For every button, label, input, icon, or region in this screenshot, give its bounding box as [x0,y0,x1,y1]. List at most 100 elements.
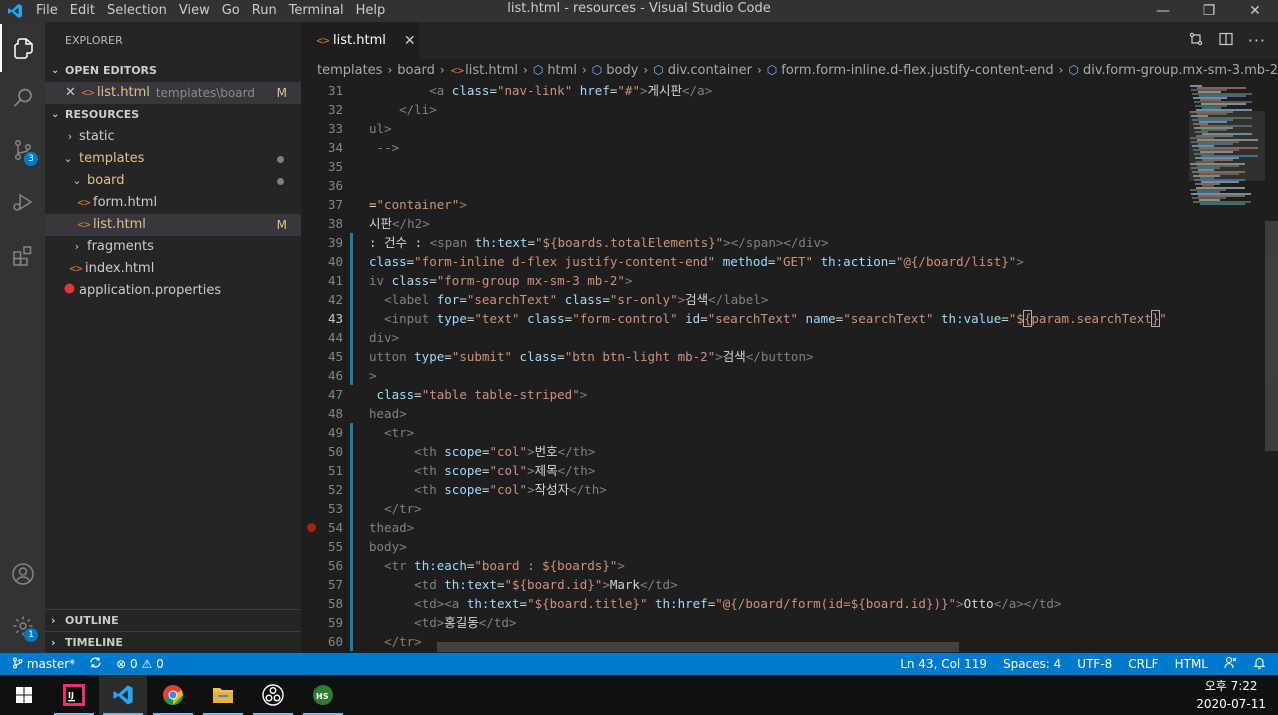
breadcrumb-item[interactable]: board [397,63,435,78]
git-change-indicator[interactable] [350,423,353,651]
chevron-right-icon: › [51,636,56,649]
chrome-icon[interactable] [149,675,197,715]
code-line: : 건수 : <span th:text="${boards.totalElem… [369,233,829,252]
minimap-slider[interactable] [1189,111,1265,181]
tree-item-fragments[interactable]: › fragments [45,236,301,258]
vscode-taskbar-icon[interactable] [99,675,147,715]
menu-go[interactable]: Go [216,0,246,22]
code-token: thead> [369,520,415,535]
tree-item-label: index.html [85,261,155,276]
code-token: </td> [639,577,678,592]
open-editors-section[interactable]: ⌄ OPEN EDITORS [45,60,301,82]
tree-item-templates[interactable]: ⌄ templates [45,148,301,170]
menu-file[interactable]: File [30,0,64,22]
obs-icon[interactable] [249,675,297,715]
restore-button[interactable]: ❐ [1186,0,1232,22]
code-text-area[interactable]: <a class="nav-link" href="#">게시판</a> </l… [369,81,1189,653]
close-editor-icon[interactable]: ✕ [65,82,79,104]
clock-time: 오후 7:22 [1204,679,1258,693]
resources-section[interactable]: ⌄ RESOURCES [45,104,301,126]
system-clock[interactable]: 오후 7:22 2020-07-11 [1196,677,1266,713]
extensions-icon[interactable] [0,232,45,280]
tree-item-static[interactable]: › static [45,126,301,148]
open-editor-item[interactable]: ✕ <> list.html templates\board M [45,82,301,104]
code-token: utton [369,349,415,364]
code-token: th:text [466,596,520,611]
timeline-section[interactable]: › TIMELINE [45,631,301,653]
code-token: > [624,273,633,288]
account-icon[interactable] [0,550,45,598]
cursor-position[interactable]: Ln 43, Col 119 [900,657,987,671]
breakpoint-dot[interactable] [307,523,316,532]
search-icon[interactable] [0,74,45,122]
intellij-icon[interactable]: IJ [50,675,98,715]
code-token: = [459,292,467,307]
code-editor[interactable]: 31 32 33 34 35 36 37 38 39 40 41 42 43 44 45 46 47 48 49 50… [301,81,1278,653]
code-token: href [572,83,610,98]
language-mode[interactable]: HTML [1175,657,1208,671]
branch-status[interactable]: master* [12,657,75,671]
git-change-indicator[interactable] [350,233,353,385]
menu-view[interactable]: View [173,0,216,22]
breadcrumb-item[interactable]: list.html [465,63,518,78]
code-line: body> [369,537,407,556]
tree-item-index-html[interactable]: <> index.html [45,258,301,280]
split-editor-icon[interactable] [1218,31,1234,51]
line-number: 39 [327,235,343,250]
open-changes-icon[interactable] [1188,31,1204,51]
settings-gear-icon[interactable]: 1 [0,602,45,650]
breadcrumb-item[interactable]: div.form-group.mx-sm-3.mb-2 [1083,63,1278,78]
tree-item-application-properties[interactable]: application.properties [45,280,301,302]
indentation-status[interactable]: Spaces: 4 [1003,657,1061,671]
files-icon[interactable] [0,24,45,72]
menu-selection[interactable]: Selection [101,0,173,22]
tab-close-button[interactable]: ✕ [404,33,416,49]
vertical-scrollbar[interactable] [1265,221,1278,451]
error-icon: ⊗ [116,657,127,671]
breadcrumb-item[interactable]: html [547,63,577,78]
sync-icon[interactable] [89,656,102,672]
tree-item-board[interactable]: ⌄ board [45,170,301,192]
file-explorer-icon[interactable] [199,675,247,715]
tree-item-label: board [87,173,125,188]
windows-start-icon[interactable] [0,675,48,715]
code-token: = [557,349,565,364]
code-token: > [579,387,588,402]
horizontal-scrollbar[interactable] [437,642,959,652]
code-token: </th> [569,482,607,497]
line-number: 33 [327,121,343,136]
tree-item-list-html[interactable]: <> list.html M [45,214,301,236]
more-actions-icon[interactable]: ··· [1248,31,1266,50]
outline-section[interactable]: › OUTLINE [45,609,301,631]
code-token: "@{/board/list}" [895,254,1017,269]
menu-edit[interactable]: Edit [64,0,101,22]
run-debug-icon[interactable] [0,178,45,226]
timeline-label: TIMELINE [65,636,123,649]
close-window-button[interactable]: ✕ [1232,0,1278,22]
chevron-right-icon: › [643,63,649,77]
breadcrumb-item[interactable]: body [606,63,638,78]
code-token: > [677,292,686,307]
eol-status[interactable]: CRLF [1128,657,1158,671]
menu-terminal[interactable]: Terminal [283,0,350,22]
code-token: 시판 [369,216,393,231]
source-control-icon[interactable]: 3 [0,126,45,174]
status-bar: master* ⊗ 0 ⚠ 0 Ln 43, Col 119 Spaces: 4… [0,653,1278,675]
encoding-status[interactable]: UTF-8 [1077,657,1112,671]
menu-help[interactable]: Help [350,0,392,22]
tab-list-html[interactable]: <> list.html ✕ [301,22,419,59]
code-line: > [369,366,377,385]
menu-run[interactable]: Run [246,0,283,22]
window-controls: — ❐ ✕ [1140,0,1278,22]
minimize-button[interactable]: — [1140,0,1186,22]
breadcrumb-item[interactable]: form.form-inline.d-flex.justify-content-… [781,63,1053,78]
feedback-icon[interactable] [1224,656,1237,672]
notifications-bell-icon[interactable] [1253,656,1266,672]
tree-item-form-html[interactable]: <> form.html [45,192,301,214]
breadcrumb-item[interactable]: div.container [668,63,752,78]
hs-icon[interactable]: HS [299,675,347,715]
breadcrumb-item[interactable]: templates [317,63,382,78]
problems-status[interactable]: ⊗ 0 ⚠ 0 [116,657,164,671]
